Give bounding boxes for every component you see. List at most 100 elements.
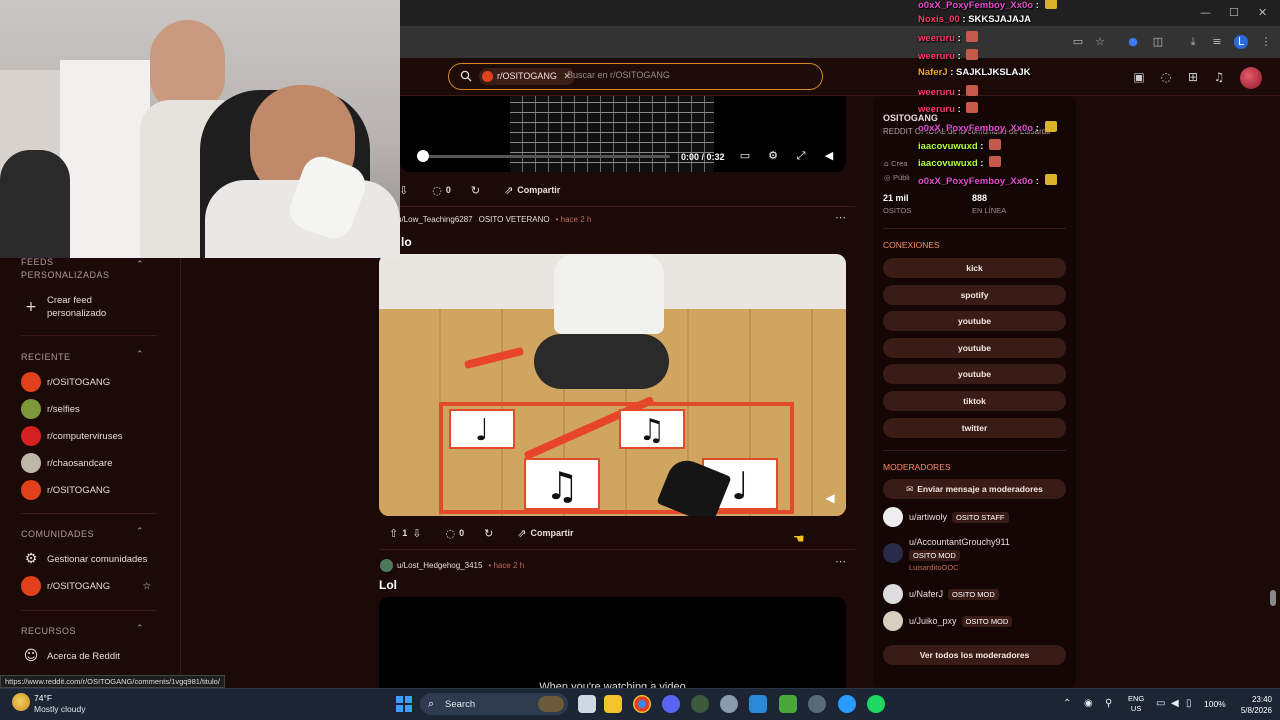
search-highlight-icon[interactable] (538, 696, 564, 712)
video-progress-bar[interactable] (420, 155, 670, 158)
settings-app-icon[interactable] (720, 695, 738, 713)
spotify-icon[interactable] (867, 695, 885, 713)
video-progress-knob[interactable] (417, 150, 429, 162)
close-window-icon[interactable]: ✕ (1258, 6, 1267, 19)
post-title[interactable]: Lol (379, 578, 397, 592)
create-feed-item[interactable]: + Crear feed personalizado (21, 294, 161, 320)
upvote-icon[interactable]: ⇧ (389, 527, 398, 540)
file-explorer-icon[interactable] (604, 695, 622, 713)
language-indicator[interactable]: ENG US (1128, 694, 1144, 714)
app-icon[interactable] (779, 695, 797, 713)
photos-icon[interactable] (749, 695, 767, 713)
post-time: • hace 2 h (555, 215, 592, 224)
connection-link-tiktok[interactable]: tiktok (883, 391, 1066, 411)
recent-community-item[interactable]: r/selfies (21, 398, 161, 420)
chevron-up-icon[interactable]: ⌃ (1063, 698, 1071, 709)
message-moderators-button[interactable]: ✉ Enviar mensaje a moderadores (883, 479, 1066, 499)
create-post-icon[interactable]: ⊞ (1186, 70, 1200, 84)
post-title[interactable]: lo (401, 235, 412, 249)
manage-communities-item[interactable]: ⚙ Gestionar comunidades (21, 548, 161, 570)
volume-icon[interactable]: ◀ (822, 491, 838, 507)
puzzle-icon[interactable]: ◫ (1151, 35, 1165, 49)
recent-community-item[interactable]: r/computerviruses (21, 425, 161, 447)
downvote-icon[interactable]: ⇩ (399, 184, 408, 197)
notifications-icon[interactable]: ♫ (1212, 70, 1226, 84)
share-button[interactable]: ⇗ Compartir (498, 181, 566, 199)
recent-community-item[interactable]: r/OSITOGANG (21, 371, 161, 393)
scrollbar[interactable] (1270, 590, 1276, 606)
moderator-row[interactable]: u/AccountantGrouchy911 OSITO MOD Luisard… (883, 537, 1010, 572)
obs-icon[interactable] (808, 695, 826, 713)
speaker-icon[interactable]: ◀ (1171, 698, 1179, 709)
clock[interactable]: 23:40 5/8/2026 (1232, 694, 1272, 716)
downvote-icon[interactable]: ⇩ (412, 527, 421, 540)
windows-start-icon[interactable] (396, 696, 412, 712)
comment-count: 0 (445, 185, 451, 195)
battery-percent[interactable]: 100% (1204, 699, 1226, 709)
moderator-row[interactable]: u/NaferJ OSITO MOD (883, 584, 999, 604)
comments-button[interactable]: ◌ 0 (426, 181, 457, 199)
capcut-icon[interactable] (838, 695, 856, 713)
xbox-icon[interactable] (691, 695, 709, 713)
moderator-row[interactable]: u/Juiko_pxy OSITO MOD (883, 611, 1013, 631)
weather-condition[interactable]: Mostly cloudy (34, 704, 86, 714)
volume-icon[interactable]: ◀ (822, 149, 836, 163)
more-options-icon[interactable]: ⋯ (835, 211, 846, 224)
recent-community-item[interactable]: r/OSITOGANG (21, 479, 161, 501)
more-options-icon[interactable]: ⋯ (835, 555, 846, 568)
fullscreen-icon[interactable]: ⤢ (794, 149, 808, 163)
about-reddit-item[interactable]: ☺ Acerca de Reddit (21, 645, 161, 667)
minimize-icon[interactable]: — (1200, 6, 1211, 19)
crosspost-button[interactable]: ↻ (478, 524, 503, 542)
user-avatar[interactable] (1240, 67, 1262, 89)
connection-link-spotify[interactable]: spotify (883, 284, 1066, 305)
post-video[interactable]: ♩ ♫ ♫ ♩ (379, 254, 846, 516)
connection-link-youtube[interactable]: youtube (883, 337, 1066, 358)
connection-link-youtube[interactable]: youtube (883, 364, 1066, 385)
chevron-up-icon[interactable]: ⌃ (136, 527, 144, 537)
search-input[interactable]: Buscar en r/OSITOGANG (567, 70, 670, 80)
share-button[interactable]: ⇗ Compartir (511, 524, 579, 542)
chat-icon[interactable]: ◌ (1159, 70, 1173, 84)
profile-icon[interactable]: L (1234, 35, 1248, 49)
crosspost-button[interactable]: ↻ (465, 181, 490, 199)
weather-temp[interactable]: 74°F (34, 693, 52, 703)
chevron-up-icon[interactable]: ⌃ (136, 624, 144, 634)
menu-icon[interactable]: ⋮ (1259, 35, 1273, 49)
download-icon[interactable]: ⤓ (1186, 35, 1200, 49)
post-author[interactable]: u/Lost_Hedgehog_3415 (397, 561, 482, 570)
screen-icon[interactable]: ▭ (1071, 35, 1085, 49)
chat-username: iaacovuwuxd (918, 141, 978, 152)
network-icon[interactable]: ▭ (1156, 698, 1165, 709)
search-community-chip[interactable]: r/OSITOGANG ✕ (479, 68, 575, 85)
advertise-icon[interactable]: ▣ (1132, 70, 1146, 84)
recent-community-item[interactable]: r/chaosandcare (21, 452, 161, 474)
post-author[interactable]: u/Low_Teaching6287 (397, 215, 473, 224)
connection-link-youtube[interactable]: youtube (883, 311, 1066, 332)
captions-icon[interactable]: ▭ (738, 149, 752, 163)
list-icon[interactable]: ≡ (1210, 35, 1224, 49)
star-icon[interactable]: ☆ (142, 581, 151, 592)
maximize-icon[interactable]: ☐ (1229, 6, 1239, 19)
weather-icon[interactable] (12, 693, 30, 711)
tray-app-icon[interactable]: ◉ (1084, 698, 1093, 709)
post-video[interactable]: When you're watching a video (379, 597, 846, 692)
battery-icon[interactable]: ▯ (1186, 698, 1192, 709)
connection-link-twitter[interactable]: twitter (883, 417, 1066, 438)
connection-link-kick[interactable]: kick (883, 258, 1066, 278)
moderator-row[interactable]: u/artiwoly OSITO STAFF (883, 507, 1009, 527)
settings-icon[interactable]: ⚙ (766, 149, 780, 163)
comments-button[interactable]: ◌ 0 (439, 524, 470, 542)
discord-icon[interactable] (662, 695, 680, 713)
chrome-icon[interactable] (633, 695, 651, 713)
task-view-icon[interactable] (578, 695, 596, 713)
community-item[interactable]: r/OSITOGANG ☆ (21, 575, 161, 597)
extension-icon[interactable]: ● (1126, 35, 1140, 49)
divider (379, 549, 855, 550)
view-all-moderators-button[interactable]: Ver todos los moderadores (883, 645, 1066, 665)
chevron-up-icon[interactable]: ⌃ (136, 260, 144, 270)
chat-emote-icon (989, 156, 1002, 167)
microphone-icon[interactable]: ⚲ (1105, 698, 1112, 709)
chevron-up-icon[interactable]: ⌃ (136, 350, 144, 360)
star-icon[interactable]: ☆ (1093, 35, 1107, 49)
